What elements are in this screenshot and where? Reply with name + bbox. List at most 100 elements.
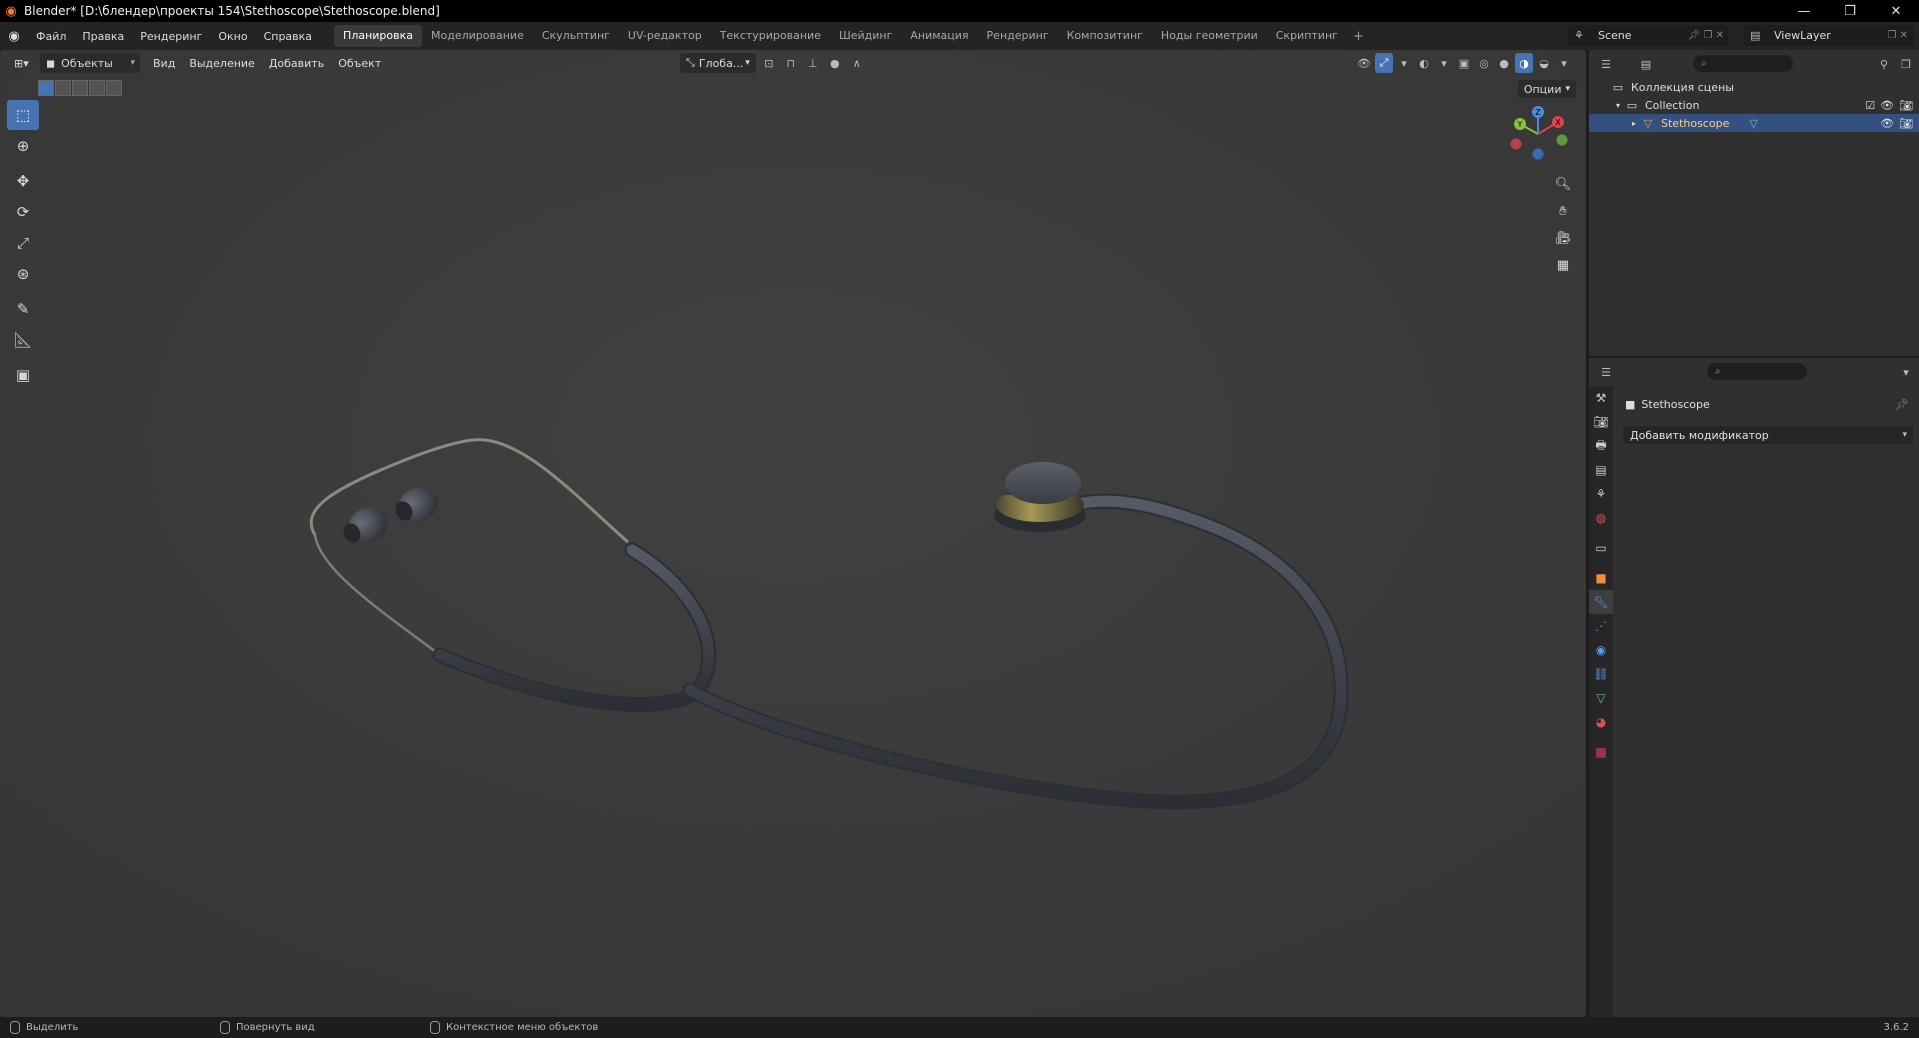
falloff-icon[interactable]: ∧ [848, 53, 866, 73]
cursor-tool-icon[interactable]: ⊕ [7, 131, 39, 161]
pan-hand-icon[interactable]: ✋︎ [1551, 199, 1575, 223]
tab-sculpting[interactable]: Скульптинг [533, 25, 619, 47]
eye-icon[interactable]: 👁︎ [1880, 99, 1894, 112]
menu-view[interactable]: Вид [146, 53, 182, 73]
collection-tab-icon[interactable]: ▭ [1589, 536, 1613, 560]
particles-tab-icon[interactable]: ⋰ [1589, 614, 1613, 638]
rendered-shading-icon[interactable]: ◒ [1535, 53, 1553, 73]
add-cube-tool-icon[interactable]: ▣ [7, 360, 39, 390]
view-layer-tab-icon[interactable]: ▤ [1589, 458, 1613, 482]
modifier-tab-icon[interactable]: 🔧︎ [1589, 590, 1613, 614]
camera-view-icon[interactable]: 🎥︎ [1551, 226, 1575, 250]
rotate-tool-icon[interactable]: ⟳ [7, 197, 39, 227]
material-preview-icon[interactable]: ◑ [1515, 53, 1533, 73]
select-new-icon[interactable] [38, 80, 54, 96]
pivot-point-icon[interactable]: ⊡ [760, 53, 778, 73]
solid-shading-icon[interactable]: ● [1495, 53, 1513, 73]
select-invert-icon[interactable] [89, 80, 105, 96]
camera-icon[interactable]: 📷︎ [1899, 99, 1913, 112]
view-layer-selector[interactable]: ▤ ViewLayer ❐ ✕ [1744, 25, 1914, 46]
neg-x-axis-icon[interactable] [1510, 138, 1522, 150]
object-tab-icon[interactable]: ■ [1589, 566, 1613, 590]
snap-icon[interactable]: ⊓ [782, 53, 800, 73]
tool-tab-icon[interactable]: ⚒ [1589, 386, 1613, 410]
options-button[interactable]: Опции ▾ [1517, 80, 1576, 98]
add-workspace-button[interactable]: + [1347, 29, 1370, 44]
physics-tab-icon[interactable]: ◉ [1589, 638, 1613, 662]
material-tab-icon[interactable]: ◕ [1589, 710, 1613, 734]
tree-row-scene-collection[interactable]: ▭ Коллекция сцены [1589, 78, 1919, 96]
menu-select[interactable]: Выделение [182, 53, 262, 73]
world-tab-icon[interactable]: ◍ [1589, 506, 1613, 530]
mesh-data-icon[interactable]: ▽ [1749, 117, 1757, 130]
measure-tool-icon[interactable]: 📐︎ [7, 325, 39, 355]
menu-object[interactable]: Объект [331, 53, 388, 73]
maximize-button[interactable]: ❐ [1827, 0, 1873, 22]
scene-canvas[interactable] [0, 50, 1586, 1017]
menu-render[interactable]: Рендеринг [132, 30, 210, 43]
tab-compositing[interactable]: Композитинг [1058, 25, 1152, 47]
checkbox-icon[interactable]: ☑ [1865, 99, 1875, 112]
overlays-icon[interactable]: ◐ [1415, 53, 1433, 73]
menu-edit[interactable]: Правка [74, 30, 132, 43]
tab-scripting[interactable]: Скриптинг [1267, 25, 1347, 47]
xray-icon[interactable]: ▣ [1455, 53, 1473, 73]
properties-search-input[interactable]: ⌕ [1707, 363, 1807, 380]
tree-row-collection[interactable]: ▾ ▭ Collection ☑ 👁︎ 📷︎ [1589, 96, 1919, 114]
scene-selector[interactable]: ⚘ Scene 📌︎ ❐ ✕ [1568, 25, 1728, 46]
tab-geometry-nodes[interactable]: Ноды геометрии [1152, 25, 1267, 47]
select-box-tool-icon[interactable]: ⬚ [7, 100, 39, 130]
transform-orientation-select[interactable]: ⤡ Глоба... ▾ [680, 53, 756, 73]
transform-tool-icon[interactable]: ⊛ [7, 259, 39, 289]
gizmo-dropdown-icon[interactable]: ▾ [1395, 53, 1413, 73]
expand-arrow-icon[interactable]: ▾ [1611, 98, 1625, 112]
neg-z-axis-icon[interactable] [1532, 148, 1544, 160]
editor-type-button[interactable]: ☰ [1597, 54, 1615, 74]
proportional-edit-icon[interactable]: ● [826, 53, 844, 73]
pin-icon[interactable]: 📌︎ [1895, 398, 1909, 411]
visibility-icon[interactable]: 👁︎ [1355, 53, 1373, 73]
interaction-mode-select[interactable]: ◼ Объекты ▾ [40, 53, 140, 73]
menu-add[interactable]: Добавить [262, 53, 331, 73]
blender-menu-icon[interactable]: ◉ [0, 29, 28, 44]
options-dropdown-icon[interactable]: ▾ [1897, 362, 1915, 382]
select-subtract-icon[interactable] [72, 80, 88, 96]
ortho-grid-icon[interactable]: ▦ [1551, 253, 1575, 277]
render-tab-icon[interactable]: 📷︎ [1589, 410, 1613, 434]
data-tab-icon[interactable]: ▽ [1589, 686, 1613, 710]
zoom-icon[interactable]: 🔍︎ [1551, 172, 1575, 196]
tab-modeling[interactable]: Моделирование [422, 25, 533, 47]
menu-file[interactable]: Файл [28, 30, 74, 43]
editor-type-button[interactable]: ☰ [1597, 362, 1615, 382]
menu-window[interactable]: Окно [210, 30, 255, 43]
new-collection-icon[interactable]: ❐ [1897, 54, 1915, 74]
wireframe-shading-icon[interactable]: ◎ [1475, 53, 1493, 73]
tab-rendering[interactable]: Рендеринг [978, 25, 1058, 47]
texture-tab-icon[interactable]: ▩ [1589, 740, 1613, 764]
close-button[interactable]: ✕ [1873, 0, 1919, 22]
tab-uv-editing[interactable]: UV-редактор [619, 25, 711, 47]
filter-icon[interactable]: ⚲ [1875, 54, 1893, 74]
scale-tool-icon[interactable]: ⤢ [7, 228, 39, 258]
select-intersect-icon[interactable] [106, 80, 122, 96]
tab-layout[interactable]: Планировка [334, 25, 423, 47]
neg-y-axis-icon[interactable] [1556, 134, 1568, 146]
overlays-dropdown-icon[interactable]: ▾ [1435, 53, 1453, 73]
output-tab-icon[interactable]: 🖶 [1589, 434, 1613, 458]
outliner-search-input[interactable]: ⌕ [1693, 55, 1793, 72]
gizmo-toggle-icon[interactable]: ⤢ [1375, 53, 1393, 73]
menu-help[interactable]: Справка [256, 30, 320, 43]
shading-dropdown-icon[interactable]: ▾ [1555, 53, 1573, 73]
tab-animation[interactable]: Анимация [901, 25, 977, 47]
editor-type-button[interactable]: ⊞▾ [8, 53, 35, 73]
tab-texture-paint[interactable]: Текстурирование [711, 25, 830, 47]
display-mode-icon[interactable]: ▤ [1637, 54, 1655, 74]
constraints-tab-icon[interactable]: ⛓︎ [1589, 662, 1613, 686]
3d-viewport[interactable]: ⊞▾ ◼ Объекты ▾ Вид Выделение Добавить Об… [0, 50, 1586, 1017]
annotate-tool-icon[interactable]: ✎ [7, 294, 39, 324]
move-tool-icon[interactable]: ✥ [7, 166, 39, 196]
pin-icon[interactable]: 📌︎ ❐ ✕ [1688, 30, 1724, 41]
view-layer-actions[interactable]: ❐ ✕ [1887, 30, 1908, 41]
eye-icon[interactable]: 👁︎ [1880, 117, 1894, 130]
navigation-gizmo[interactable]: X Y Z [1506, 102, 1570, 166]
